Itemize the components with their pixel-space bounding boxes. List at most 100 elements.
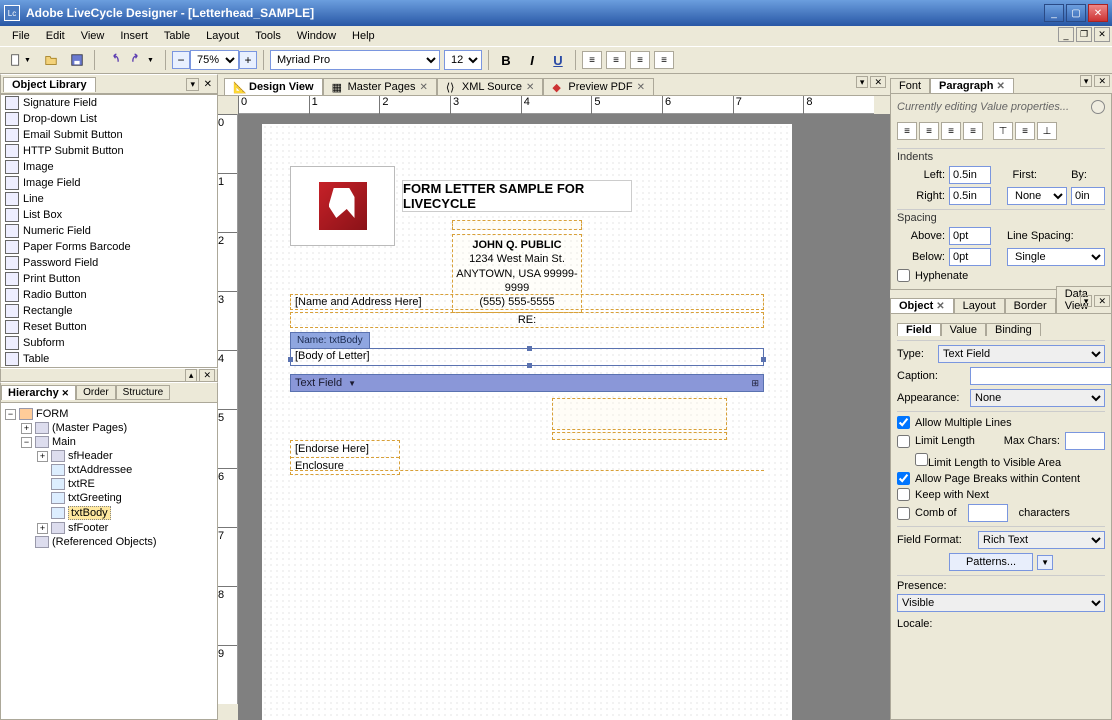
align-right-button[interactable]: ≡ [630, 51, 650, 69]
close-icon[interactable]: ✕ [419, 82, 427, 93]
font-select[interactable]: Myriad Pro [270, 50, 440, 70]
para-align-center[interactable]: ≡ [919, 122, 939, 140]
mdi-minimize-button[interactable]: _ [1058, 27, 1074, 42]
mdi-restore-button[interactable]: ❐ [1076, 27, 1092, 42]
align-justify-button[interactable]: ≡ [654, 51, 674, 69]
indent-by-input[interactable] [1071, 187, 1105, 205]
panel-close-icon[interactable]: ✕ [199, 369, 215, 382]
max-chars-input[interactable] [1065, 432, 1105, 450]
allow-multiline-checkbox[interactable] [897, 416, 910, 429]
logo-image[interactable] [290, 166, 395, 246]
menu-tools[interactable]: Tools [247, 28, 289, 44]
tab-layout[interactable]: Layout [954, 298, 1005, 313]
spacer-field[interactable] [452, 220, 582, 230]
body-field[interactable]: [Body of Letter] [290, 348, 764, 366]
type-select[interactable]: Text Field [938, 345, 1105, 363]
chevron-down-icon[interactable]: ▼ [348, 379, 356, 388]
expand-icon[interactable]: + [21, 423, 32, 434]
comb-checkbox[interactable] [897, 507, 910, 520]
panel-menu-icon[interactable]: ▾ [186, 78, 199, 91]
design-page[interactable]: FORM LETTER SAMPLE FOR LIVECYCLE JOHN Q.… [262, 124, 792, 720]
placeholder-field[interactable] [552, 432, 727, 440]
indent-right-input[interactable] [949, 187, 991, 205]
font-size-select[interactable]: 12 [444, 50, 482, 70]
patterns-dropdown[interactable]: ▼ [1037, 555, 1053, 570]
tab-xml-source[interactable]: ⟨⟩XML Source✕ [437, 78, 544, 95]
spacing-below-input[interactable] [949, 248, 991, 266]
save-button[interactable] [66, 49, 88, 71]
re-field[interactable]: RE: [290, 312, 764, 328]
patterns-button[interactable]: Patterns... [949, 553, 1033, 571]
tab-border[interactable]: Border [1005, 298, 1056, 313]
menu-view[interactable]: View [73, 28, 113, 44]
tabs-close-icon[interactable]: ✕ [870, 76, 886, 88]
subtab-field[interactable]: Field [897, 323, 941, 336]
order-tab[interactable]: Order [76, 385, 116, 400]
indent-left-input[interactable] [949, 166, 991, 184]
undo-button[interactable] [101, 49, 123, 71]
panel-close-icon[interactable]: ✕ [1094, 295, 1110, 307]
enclosure-field[interactable]: Enclosure [291, 458, 399, 474]
menu-edit[interactable]: Edit [38, 28, 73, 44]
expand-icon[interactable]: − [21, 437, 32, 448]
appearance-select[interactable]: None [970, 389, 1105, 407]
object-library-tab[interactable]: Object Library [3, 77, 96, 92]
panel-close-icon[interactable]: ✕ [1094, 75, 1110, 87]
zoom-in-button[interactable]: + [239, 51, 257, 69]
para-valign-middle[interactable]: ≡ [1015, 122, 1035, 140]
close-icon[interactable]: ✕ [637, 82, 645, 93]
spacing-above-input[interactable] [949, 227, 991, 245]
menu-layout[interactable]: Layout [198, 28, 247, 44]
maximize-button[interactable]: ▢ [1066, 4, 1086, 22]
name-address-field[interactable]: [Name and Address Here] [290, 294, 764, 310]
canvas-scroll[interactable]: FORM LETTER SAMPLE FOR LIVECYCLE JOHN Q.… [238, 114, 890, 720]
structure-tab[interactable]: Structure [116, 385, 171, 400]
para-valign-bottom[interactable]: ⊥ [1037, 122, 1057, 140]
menu-insert[interactable]: Insert [112, 28, 156, 44]
open-button[interactable] [40, 49, 62, 71]
limit-length-checkbox[interactable] [897, 435, 910, 448]
align-left-button[interactable]: ≡ [582, 51, 602, 69]
keep-next-checkbox[interactable] [897, 488, 910, 501]
panel-menu-icon[interactable]: ▾ [1080, 75, 1093, 87]
italic-button[interactable]: I [521, 49, 543, 71]
type-indicator[interactable]: Text Field▼ ⊞ [290, 374, 764, 392]
limit-visible-checkbox[interactable] [915, 453, 928, 466]
close-icon[interactable]: ✕ [526, 82, 534, 93]
presence-select[interactable]: Visible [897, 594, 1105, 612]
form-title-field[interactable]: FORM LETTER SAMPLE FOR LIVECYCLE [402, 180, 632, 212]
underline-button[interactable]: U [547, 49, 569, 71]
first-indent-select[interactable]: None [1007, 187, 1067, 205]
subtab-value[interactable]: Value [941, 323, 986, 336]
para-align-right[interactable]: ≡ [941, 122, 961, 140]
menu-table[interactable]: Table [156, 28, 198, 44]
redo-button[interactable]: ▼ [127, 49, 159, 71]
info-icon[interactable] [1091, 100, 1105, 114]
para-valign-top[interactable]: ⊤ [993, 122, 1013, 140]
tabs-menu-icon[interactable]: ▾ [856, 76, 869, 88]
align-center-button[interactable]: ≡ [606, 51, 626, 69]
zoom-out-button[interactable]: − [172, 51, 190, 69]
hyphenate-checkbox[interactable] [897, 269, 910, 282]
comb-count-input[interactable] [968, 504, 1008, 522]
placeholder-field[interactable] [552, 398, 727, 430]
tab-object[interactable]: Object✕ [890, 298, 954, 313]
menu-help[interactable]: Help [344, 28, 383, 44]
page-break-checkbox[interactable] [897, 472, 910, 485]
para-align-left[interactable]: ≡ [897, 122, 917, 140]
menu-file[interactable]: File [4, 28, 38, 44]
endorse-field[interactable]: [Endorse Here] [291, 441, 399, 458]
para-align-justify[interactable]: ≡ [963, 122, 983, 140]
expand-icon[interactable]: − [5, 409, 16, 420]
line-spacing-select[interactable]: Single [1007, 248, 1105, 266]
subtab-binding[interactable]: Binding [986, 323, 1041, 336]
hierarchy-tab[interactable]: Hierarchy ✕ [1, 385, 76, 400]
tab-font[interactable]: Font [890, 78, 930, 93]
tab-paragraph[interactable]: Paragraph✕ [930, 78, 1014, 93]
mdi-close-button[interactable]: ✕ [1094, 27, 1110, 42]
field-format-select[interactable]: Rich Text [978, 531, 1105, 549]
hierarchy-tree[interactable]: −FORM +(Master Pages) −Main +sfHeader tx… [0, 402, 218, 720]
panel-menu-icon[interactable]: ▾ [1080, 295, 1093, 307]
expand-icon[interactable]: ⊞ [751, 378, 759, 389]
tab-master-pages[interactable]: ▦Master Pages✕ [323, 78, 437, 95]
